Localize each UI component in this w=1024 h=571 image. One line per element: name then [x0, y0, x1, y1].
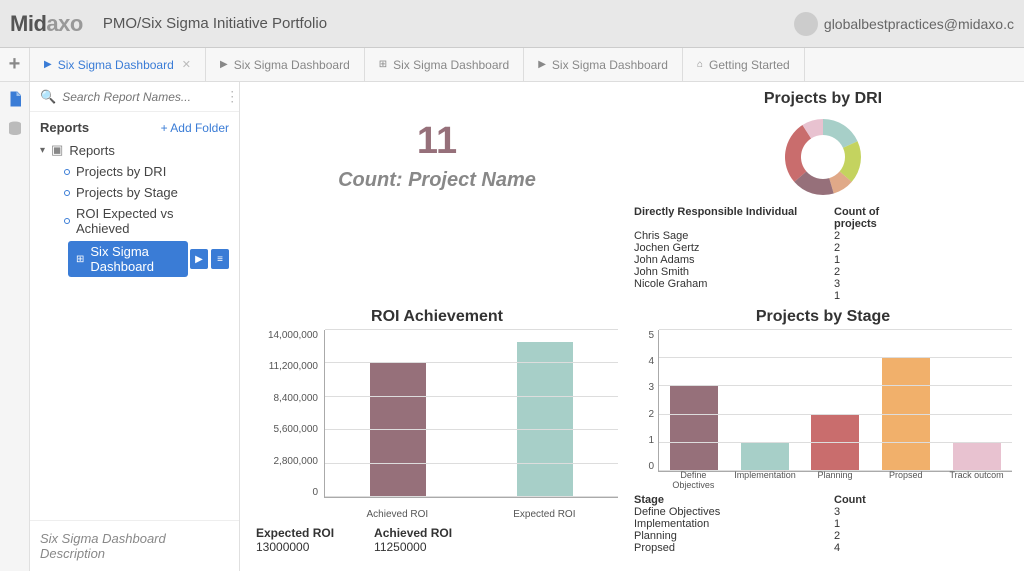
- tab-label: Six Sigma Dashboard: [552, 58, 668, 72]
- tree-node-label: ROI Expected vs Achieved: [76, 206, 229, 236]
- table-row: 1: [634, 290, 1012, 302]
- play-icon: ▶: [220, 59, 228, 70]
- roi-achieved-value: 11250000: [374, 540, 452, 554]
- tree-node[interactable]: Projects by DRI: [40, 161, 229, 182]
- kpi-label: Count: Project Name: [252, 169, 622, 192]
- tab[interactable]: ▶ Six Sigma Dashboard: [206, 48, 365, 82]
- table-row: Planning2: [634, 530, 1012, 542]
- home-icon: ⌂: [697, 59, 703, 70]
- bullet-icon: [64, 190, 70, 196]
- roi-expected-label: Expected ROI: [256, 526, 334, 540]
- tree-node-selected[interactable]: ⊞ Six Sigma Dashboard: [68, 241, 188, 277]
- table-row: Nicole Graham3: [634, 278, 1012, 290]
- portfolio-title: PMO/Six Sigma Initiative Portfolio: [103, 15, 327, 32]
- table-row: Chris Sage2: [634, 230, 1012, 242]
- report-menu-button[interactable]: ≡: [211, 249, 229, 269]
- document-icon[interactable]: [6, 90, 24, 108]
- search-input[interactable]: [62, 90, 219, 104]
- tab-label: Getting Started: [709, 58, 790, 72]
- stage-card: Projects by Stage 543210 Define Objectiv…: [634, 308, 1012, 554]
- folder-reports[interactable]: ▾ ▣ Reports: [40, 139, 229, 161]
- tab-label: Six Sigma Dashboard: [393, 58, 509, 72]
- play-icon: ▶: [538, 59, 546, 70]
- dri-title: Projects by DRI: [634, 90, 1012, 108]
- stage-table: StageCount Define Objectives3Implementat…: [634, 494, 1012, 554]
- search-icon: 🔍: [40, 89, 56, 105]
- tab[interactable]: ⌂ Getting Started: [683, 48, 805, 82]
- folder-label: Reports: [69, 143, 115, 158]
- top-bar: Midaxo PMO/Six Sigma Initiative Portfoli…: [0, 0, 1024, 48]
- folder-icon: ▣: [51, 142, 63, 158]
- tab[interactable]: ▶ Six Sigma Dashboard ✕: [30, 48, 206, 82]
- roi-bar-chart: 14,000,00011,200,0008,400,0005,600,0002,…: [252, 330, 622, 520]
- add-folder-button[interactable]: + Add Folder: [161, 121, 229, 135]
- roi-achieved-label: Achieved ROI: [374, 526, 452, 540]
- user-menu[interactable]: globalbestpractices@midaxo.c: [794, 12, 1014, 36]
- dri-card: Projects by DRI Directly Responsible Ind…: [634, 90, 1012, 302]
- roi-summary: Expected ROI13000000 Achieved ROI1125000…: [252, 526, 622, 554]
- dashboard-icon: ⊞: [76, 254, 84, 265]
- stage-title: Projects by Stage: [634, 308, 1012, 326]
- dri-col-count: Count of projects: [834, 206, 914, 230]
- grid-icon: ⊞: [379, 59, 387, 70]
- roi-expected-value: 13000000: [256, 540, 334, 554]
- dri-table: Directly Responsible IndividualCount of …: [634, 206, 1012, 302]
- table-row: Jochen Gertz2: [634, 242, 1012, 254]
- reports-heading: Reports: [40, 120, 89, 135]
- tree-node[interactable]: Projects by Stage: [40, 182, 229, 203]
- roi-title: ROI Achievement: [252, 308, 622, 326]
- sidebar: 🔍 ⋮ Reports + Add Folder ▾ ▣ Reports Pro…: [30, 82, 240, 571]
- logo[interactable]: Midaxo: [10, 11, 83, 37]
- dashboard-main: 11 Count: Project Name Projects by DRI D…: [240, 82, 1024, 571]
- table-row: John Adams1: [634, 254, 1012, 266]
- tree-node-label: Six Sigma Dashboard: [90, 244, 188, 274]
- icon-rail: [0, 82, 30, 571]
- bullet-icon: [64, 218, 70, 224]
- stage-col-count: Count: [834, 494, 866, 506]
- kpi-card: 11 Count: Project Name: [252, 90, 622, 302]
- report-tree: ▾ ▣ Reports Projects by DRI Projects by S…: [30, 139, 239, 277]
- tab-bar: + ▶ Six Sigma Dashboard ✕ ▶ Six Sigma Dashbo…: [0, 48, 1024, 82]
- avatar-icon: [794, 12, 818, 36]
- database-icon[interactable]: [6, 120, 24, 138]
- tab-label: Six Sigma Dashboard: [58, 58, 174, 72]
- play-icon: ▶: [44, 59, 52, 70]
- dri-donut-chart: [778, 112, 868, 202]
- chevron-down-icon: ▾: [40, 145, 45, 156]
- run-report-button[interactable]: ▶: [190, 249, 208, 269]
- table-row: John Smith2: [634, 266, 1012, 278]
- tab[interactable]: ⊞ Six Sigma Dashboard: [365, 48, 524, 82]
- close-icon[interactable]: ✕: [182, 58, 191, 71]
- add-tab-button[interactable]: +: [0, 48, 30, 82]
- tree-node-label: Projects by DRI: [76, 164, 166, 179]
- dri-col-name: Directly Responsible Individual: [634, 206, 834, 230]
- table-row: Propsed4: [634, 542, 1012, 554]
- tab[interactable]: ▶ Six Sigma Dashboard: [524, 48, 683, 82]
- table-row: Implementation1: [634, 518, 1012, 530]
- search-more-icon[interactable]: ⋮: [225, 88, 239, 105]
- kpi-value: 11: [252, 120, 622, 163]
- stage-col-name: Stage: [634, 494, 834, 506]
- report-description: Six Sigma Dashboard Description: [30, 520, 239, 571]
- table-row: Define Objectives3: [634, 506, 1012, 518]
- stage-bar-chart: 543210 Define ObjectivesImplementationPl…: [634, 330, 1012, 490]
- bullet-icon: [64, 169, 70, 175]
- user-email: globalbestpractices@midaxo.c: [824, 16, 1014, 32]
- tree-node[interactable]: ROI Expected vs Achieved: [40, 203, 229, 239]
- tree-node-label: Projects by Stage: [76, 185, 178, 200]
- tab-label: Six Sigma Dashboard: [234, 58, 350, 72]
- roi-card: ROI Achievement 14,000,00011,200,0008,40…: [252, 308, 622, 554]
